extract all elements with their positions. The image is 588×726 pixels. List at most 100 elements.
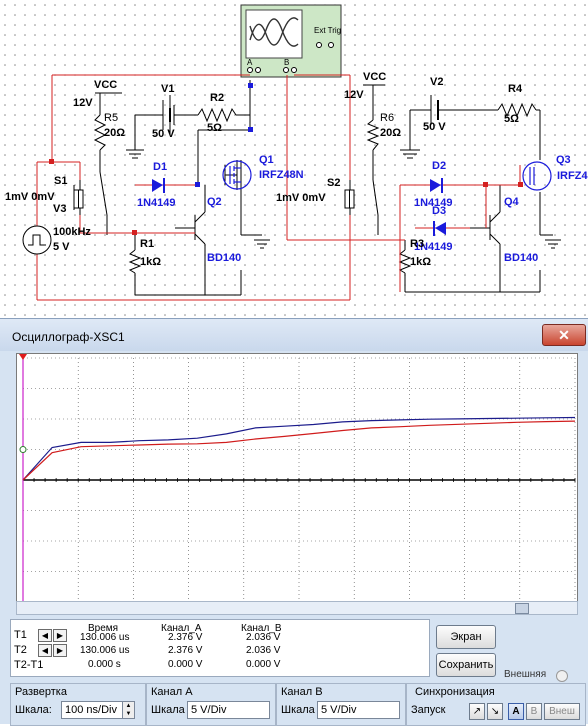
t2-label: T2 bbox=[14, 644, 27, 656]
q3-name: Q3 bbox=[556, 154, 571, 166]
close-button[interactable]: ✕ bbox=[542, 324, 586, 346]
t2-right-arrow-icon[interactable]: ▶ bbox=[53, 644, 67, 657]
timebase-group: Развертка Шкала: 100 ns/Div ▲ ▼ bbox=[10, 683, 146, 726]
v1-value: 50 V bbox=[152, 128, 175, 140]
q1-part: IRFZ48N bbox=[259, 169, 304, 181]
t2-t1-channel-b: 0.000 V bbox=[246, 659, 281, 670]
q2-name: Q2 bbox=[207, 196, 222, 208]
screen-button[interactable]: Экран bbox=[436, 625, 496, 649]
channel-a-scale-label: Шкала bbox=[151, 704, 185, 716]
r1-name: R1 bbox=[140, 238, 155, 250]
r6-value: 20Ω bbox=[380, 127, 402, 139]
t1-right-arrow-icon[interactable]: ▶ bbox=[53, 629, 67, 642]
vcc-left-label: VCC bbox=[94, 79, 118, 91]
oscilloscope-icon bbox=[240, 4, 342, 78]
t2-t1-time: 0.000 s bbox=[88, 659, 121, 670]
switch-s2-icon bbox=[344, 189, 355, 209]
q3-part: IRFZ4 bbox=[557, 170, 588, 182]
channel-b-scale-input[interactable]: 5 V/Div bbox=[317, 701, 400, 719]
t1-channel-a: 2.376 V bbox=[168, 632, 203, 643]
trigger-group: Синхронизация Запуск ↗ ↘ A B Внеш bbox=[406, 683, 586, 726]
s2-name: S2 bbox=[327, 177, 341, 189]
horizontal-scrollbar[interactable] bbox=[16, 601, 578, 615]
v2-name: V2 bbox=[430, 76, 444, 88]
v3-freq: 100kHz bbox=[53, 226, 91, 238]
t1-time: 130.006 us bbox=[80, 632, 130, 643]
t2-t1-label: T2-T1 bbox=[14, 659, 44, 671]
channel-b-group: Канал В Шкала 5 V/Div bbox=[276, 683, 406, 726]
schematic-canvas[interactable]: Ext Trig A B VCC 12V R5 20Ω V1 50 V R2 5… bbox=[0, 0, 588, 318]
trigger-source-a-button[interactable]: A bbox=[508, 703, 524, 720]
s1-name: S1 bbox=[54, 175, 68, 187]
trigger-source-ext-button[interactable]: Внеш bbox=[544, 703, 580, 720]
channel-b-scale-label: Шкала bbox=[281, 704, 315, 716]
d1-name: D1 bbox=[153, 161, 168, 173]
q4-part: BD140 bbox=[504, 252, 539, 264]
external-label: Внешняя bbox=[504, 669, 547, 680]
pulse-source-v3-icon bbox=[22, 225, 52, 255]
q4-name: Q4 bbox=[504, 196, 519, 208]
osc-terminal-a: A bbox=[247, 58, 253, 67]
channel-a-group: Канал А Шкала 5 V/Div bbox=[146, 683, 276, 726]
r3-value: 1kΩ bbox=[410, 256, 432, 268]
timebase-spinner-icon[interactable]: ▲ ▼ bbox=[122, 701, 135, 719]
r6-name: R6 bbox=[380, 112, 395, 124]
v3-name: V3 bbox=[53, 203, 67, 215]
t1-channel-b: 2.036 V bbox=[246, 632, 281, 643]
q1-name: Q1 bbox=[259, 154, 274, 166]
scope-plot bbox=[19, 354, 576, 606]
t1-left-arrow-icon[interactable]: ◀ bbox=[38, 629, 52, 642]
trace-origin-marker bbox=[19, 446, 27, 454]
r3-name: R3 bbox=[410, 238, 425, 250]
v3-amp: 5 V bbox=[53, 241, 70, 253]
trigger-title: Синхронизация bbox=[415, 686, 495, 698]
d1-part: 1N4149 bbox=[137, 197, 176, 209]
external-radio[interactable] bbox=[556, 670, 568, 682]
t2-left-arrow-icon[interactable]: ◀ bbox=[38, 644, 52, 657]
trigger-rising-edge-icon[interactable]: ↗ bbox=[469, 703, 485, 720]
timebase-title: Развертка bbox=[15, 686, 67, 698]
channel-a-scale-input[interactable]: 5 V/Div bbox=[187, 701, 270, 719]
t2-t1-channel-a: 0.000 V bbox=[168, 659, 203, 670]
channel-a-title: Канал А bbox=[151, 686, 193, 698]
vcc-right-label: VCC bbox=[363, 71, 387, 83]
osc-terminal-b: B bbox=[284, 58, 290, 67]
r2-value: 5Ω bbox=[207, 122, 222, 134]
cursor-marker-icon bbox=[19, 354, 27, 360]
cursor-readout-panel: Время Канал_A Канал_B bbox=[10, 619, 430, 677]
vcc-right-value: 12V bbox=[344, 89, 364, 101]
s2-offset: 1mV 0mV bbox=[276, 192, 326, 204]
save-button[interactable]: Сохранить bbox=[436, 653, 496, 677]
v1-name: V1 bbox=[161, 83, 175, 95]
vcc-left-value: 12V bbox=[73, 97, 93, 109]
t1-label: T1 bbox=[14, 629, 27, 641]
r5-name: R5 bbox=[104, 112, 119, 124]
v3-offset: 1mV 0mV bbox=[5, 191, 55, 203]
q2-part: BD140 bbox=[207, 252, 242, 264]
trigger-source-b-button[interactable]: B bbox=[526, 703, 542, 720]
window-titlebar[interactable]: Осциллограф-XSC1 ✕ bbox=[0, 319, 588, 351]
r2-name: R2 bbox=[210, 92, 225, 104]
schematic-wiring bbox=[0, 0, 588, 318]
trigger-start-label: Запуск bbox=[411, 704, 446, 716]
d3-name: D3 bbox=[432, 205, 447, 217]
t2-channel-b: 2.036 V bbox=[246, 645, 281, 656]
r4-name: R4 bbox=[508, 83, 523, 95]
timebase-scale-input[interactable]: 100 ns/Div bbox=[61, 701, 124, 719]
r1-value: 1kΩ bbox=[140, 256, 162, 268]
oscilloscope-window[interactable]: Осциллограф-XSC1 ✕ Время Канал_A Канал_B… bbox=[0, 318, 588, 726]
t2-time: 130.006 us bbox=[80, 645, 130, 656]
d2-name: D2 bbox=[432, 160, 447, 172]
r4-value: 5Ω bbox=[504, 113, 519, 125]
r5-value: 20Ω bbox=[104, 127, 126, 139]
ext-trig-label: Ext Trig bbox=[314, 26, 342, 35]
scope-display[interactable] bbox=[16, 353, 578, 607]
scrollbar-thumb[interactable] bbox=[515, 603, 529, 614]
switch-s1-icon bbox=[73, 189, 84, 209]
channel-b-title: Канал В bbox=[281, 686, 323, 698]
trigger-falling-edge-icon[interactable]: ↘ bbox=[487, 703, 503, 720]
timebase-scale-label: Шкала: bbox=[15, 704, 52, 716]
t2-channel-a: 2.376 V bbox=[168, 645, 203, 656]
window-title: Осциллограф-XSC1 bbox=[12, 330, 125, 344]
v2-value: 50 V bbox=[423, 121, 446, 133]
